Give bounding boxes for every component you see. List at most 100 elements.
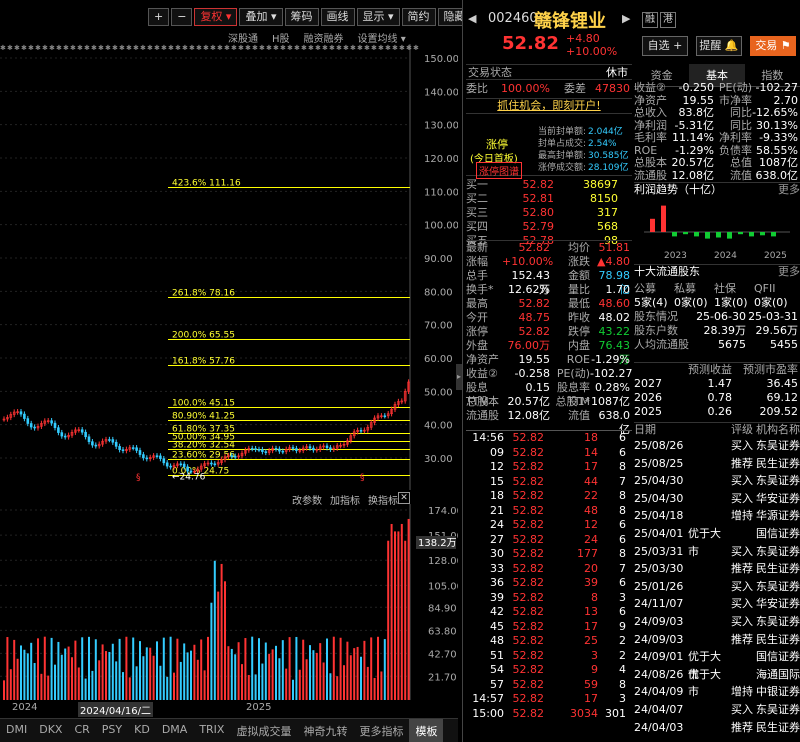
indicator-tab-dma[interactable]: DMA xyxy=(156,719,194,742)
candle-body xyxy=(274,448,278,450)
display-button[interactable]: 显示 ▾ xyxy=(356,8,400,26)
stat-row: 股息TTM 0.15 股息率TTM 0.28% xyxy=(466,381,632,408)
indicator-tab-神奇九转[interactable]: 神奇九转 xyxy=(297,719,353,742)
volume-bar xyxy=(346,641,349,700)
tick-price: 52.82 xyxy=(512,663,545,676)
prev-stock-icon[interactable]: ◀ xyxy=(468,12,476,25)
tick-price: 52.82 xyxy=(512,503,545,517)
rating-date: 24/09/01 xyxy=(634,650,684,664)
profit-bar xyxy=(672,232,677,237)
tick-list: 14:56 52.82 18 6 09 52.82 14 6 12 52.82 17 8 15 52.82… xyxy=(466,430,632,721)
tick-count: 6 xyxy=(619,445,626,459)
margin-link[interactable]: 融资融券 xyxy=(304,30,344,45)
candle-body xyxy=(250,448,254,450)
chips-button[interactable]: 筹码 xyxy=(284,8,319,26)
close-icon[interactable]: ✕ xyxy=(398,492,410,504)
tick-row: 57 52.82 59 8 xyxy=(466,678,632,693)
rating-extra xyxy=(688,683,728,701)
next-stock-icon[interactable]: ▶ xyxy=(622,12,630,25)
limit-item-label: 涨停成交额: xyxy=(537,163,586,173)
h-share-link[interactable]: H股 xyxy=(272,30,290,45)
ma-legend-glyph: ✱ xyxy=(322,44,328,52)
rating-org: 东吴证券 xyxy=(756,474,800,488)
indicator-tab-cr[interactable]: CR xyxy=(68,719,95,742)
indicator-tab-更多指标[interactable]: 更多指标 xyxy=(353,719,409,742)
draw-line-button[interactable]: 画线 xyxy=(320,8,355,26)
indicator-tab-kd[interactable]: KD xyxy=(128,719,156,742)
price-tick-label: 120.00 xyxy=(424,154,458,165)
cursor-date: 2024/04/16/二 xyxy=(78,702,154,717)
hk-tag[interactable]: 港 xyxy=(660,12,676,28)
candle-body xyxy=(383,415,387,418)
zoom-in-button[interactable]: + xyxy=(148,8,170,26)
bid-label: 买二 xyxy=(466,192,488,205)
rating-date: 24/04/03 xyxy=(634,720,684,734)
candle-body xyxy=(118,446,121,451)
rating-row: 25/04/18 增持 华源证券 xyxy=(634,507,800,525)
candle-body xyxy=(264,451,268,453)
simple-button[interactable]: 简约 xyxy=(401,8,436,26)
overlay-button[interactable]: 叠加 ▾ xyxy=(239,8,283,26)
tick-count: 6 xyxy=(619,518,626,531)
ma-legend-glyph: ✱ xyxy=(210,44,216,52)
zoom-out-button[interactable]: − xyxy=(171,8,193,26)
price-chart[interactable]: 150.00 140.00 130.00 120.00 110.00 100.00 90.0… xyxy=(0,44,458,490)
trade-button[interactable]: 交易 ⚑ xyxy=(750,36,796,56)
ma-legend-glyph: ✱ xyxy=(315,44,321,52)
stat-label: 金额 xyxy=(568,269,590,282)
stat-label: PE(动) xyxy=(556,367,590,380)
ma-legend-glyph: ✱ xyxy=(252,44,258,52)
indicator-tab-虚拟成交量[interactable]: 虚拟成交量 xyxy=(230,719,297,742)
profit-more-link[interactable]: 更多 xyxy=(778,183,800,196)
sz-connect-link[interactable]: 深股通 xyxy=(228,30,258,45)
limit-map-button[interactable]: 涨停图谱 xyxy=(476,162,522,179)
marker-icon: § xyxy=(136,473,141,483)
indicator-tab-dmi[interactable]: DMI xyxy=(0,719,33,742)
restore-rights-button[interactable]: 复权 ▾ xyxy=(194,8,238,26)
indicator-tab-psy[interactable]: PSY xyxy=(96,719,128,742)
bid-row: 买一 52.82 38697 xyxy=(466,178,632,192)
alert-button[interactable]: 提醒 🔔 xyxy=(696,36,742,56)
profit-year-label: 2023 xyxy=(664,251,687,261)
indicator-tab-dkx[interactable]: DKX xyxy=(33,719,68,742)
volume-chart[interactable]: 174.00151.00128.00105.0084.9063.8042.702… xyxy=(0,504,458,700)
kline-chart-panel[interactable]: + − 复权 ▾ 叠加 ▾ 筹码 画线 显示 ▾ 简约 隐藏 深股通 H股 融资… xyxy=(0,0,472,742)
holders-more-link[interactable]: 更多 xyxy=(778,265,800,278)
tick-price: 52.82 xyxy=(512,677,545,691)
indicator-tab-trix[interactable]: TRIX xyxy=(193,719,230,742)
limit-item-value: 28.109亿 xyxy=(588,163,629,173)
volume-bar xyxy=(244,638,247,700)
tick-volume: 177 xyxy=(577,547,598,560)
volume-bar xyxy=(16,658,19,700)
volume-bar xyxy=(264,642,267,700)
candle-body xyxy=(60,432,64,437)
volume-bar xyxy=(71,657,73,700)
limit-item: 封单占成交: 2.54% xyxy=(524,138,632,150)
fund-value: -12.65% xyxy=(752,106,798,119)
tick-row: 30 52.82 177 8 xyxy=(466,547,632,562)
indicator-tab-模板[interactable]: 模板 xyxy=(409,719,444,742)
watchlist-button[interactable]: 自选 + xyxy=(642,36,688,56)
volume-bar xyxy=(210,602,213,700)
stat-row: 流通股 12.08亿 流值 638.0亿 xyxy=(466,409,632,436)
ma-legend-glyph: ✱ xyxy=(245,44,251,52)
ma-settings-link[interactable]: 设置均线 ▾ xyxy=(358,30,406,45)
volume-bar xyxy=(13,639,16,700)
ma-legend-glyph: ✱ xyxy=(126,44,132,52)
rating-row: 25/01/26 买入 东吴证券 xyxy=(634,578,800,596)
rating-date: 24/08/26 xyxy=(634,667,684,681)
stat-label: 换手* xyxy=(466,283,494,296)
margin-tag[interactable]: 融 xyxy=(642,12,658,28)
candle-body xyxy=(291,447,295,449)
ma-legend-glyph: ✱ xyxy=(336,44,342,52)
price-tick-label: 40.00 xyxy=(424,421,453,432)
volume-bar xyxy=(135,666,138,700)
volume-bar xyxy=(9,669,12,700)
tick-time: 18 xyxy=(490,489,504,502)
rating-extra xyxy=(688,490,728,508)
price-change: +4.80 xyxy=(566,32,600,45)
open-account-ad[interactable]: 抓住机会，即刻开户! xyxy=(466,98,632,114)
volume-bar xyxy=(98,660,101,700)
volume-bar xyxy=(329,673,332,700)
forecast-col: 预测收益 xyxy=(688,363,732,376)
